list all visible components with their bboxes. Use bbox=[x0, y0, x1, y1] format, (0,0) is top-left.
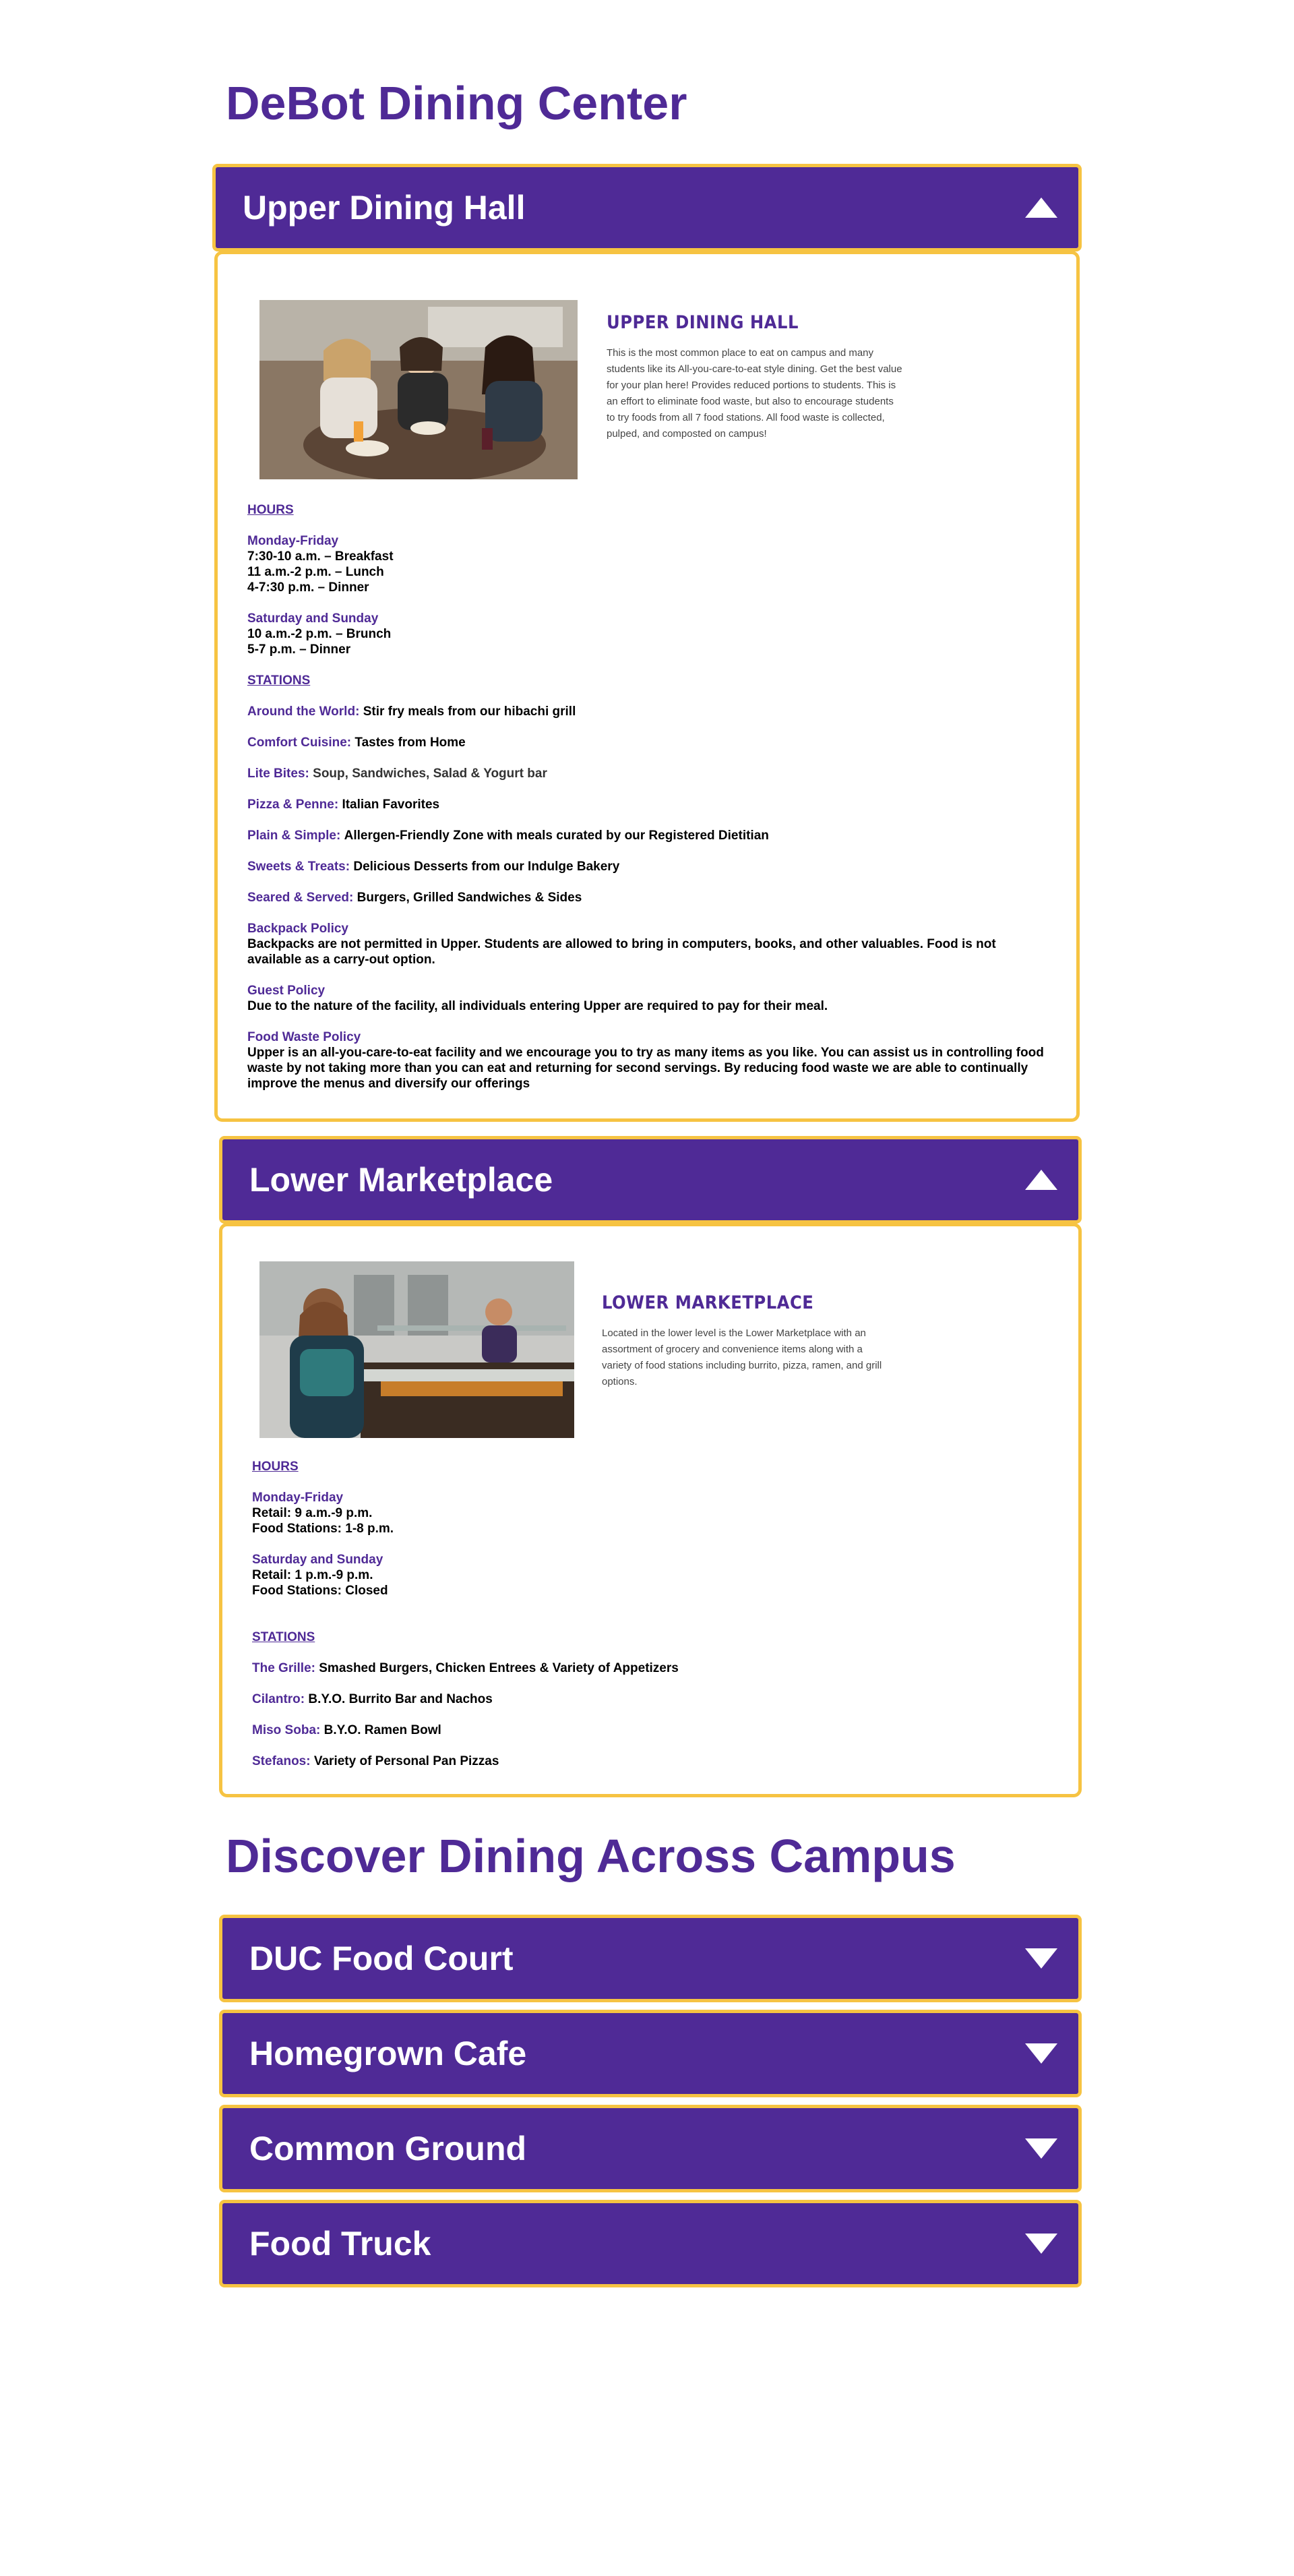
lower-hours-line: Retail: 1 p.m.-9 p.m. bbox=[252, 1568, 373, 1582]
station-desc: Burgers, Grilled Sandwiches & Sides bbox=[357, 891, 582, 905]
backpack-policy-title: Backpack Policy bbox=[247, 922, 348, 936]
station-item: Around the World: Stir fry meals from ou… bbox=[247, 704, 1049, 719]
station-desc: Soup, Sandwiches, Salad & Yogurt bar bbox=[313, 767, 547, 781]
station-item: Pizza & Penne: Italian Favorites bbox=[247, 797, 1049, 812]
station-name: The Grille: bbox=[252, 1661, 315, 1675]
station-item: Plain & Simple: Allergen-Friendly Zone w… bbox=[247, 828, 1049, 843]
lower-hours-line: Retail: 9 a.m.-9 p.m. bbox=[252, 1506, 373, 1520]
photo-food-counter bbox=[259, 1261, 574, 1438]
lower-hours-line: Food Stations: Closed bbox=[252, 1584, 388, 1598]
upper-hours-line: 5-7 p.m. – Dinner bbox=[247, 642, 351, 657]
upper-hours-line: 10 a.m.-2 p.m. – Brunch bbox=[247, 627, 392, 641]
chevron-down-icon[interactable] bbox=[1024, 1946, 1058, 1971]
station-name: Sweets & Treats: bbox=[247, 860, 350, 874]
station-item: Miso Soba: B.Y.O. Ramen Bowl bbox=[252, 1723, 1054, 1738]
upper-card-text: This is the most common place to eat on … bbox=[607, 347, 902, 440]
station-desc: Allergen-Friendly Zone with meals curate… bbox=[344, 829, 769, 843]
lower-hours-heading: HOURS bbox=[252, 1460, 299, 1474]
station-item: The Grille: Smashed Burgers, Chicken Ent… bbox=[252, 1660, 1054, 1676]
accordion-lower-marketplace[interactable]: Lower Marketplace bbox=[219, 1136, 1082, 1224]
guest-policy-text: Due to the nature of the facility, all i… bbox=[247, 999, 828, 1013]
photo-students-dining bbox=[259, 300, 578, 479]
upper-hours-line: 7:30-10 a.m. – Breakfast bbox=[247, 549, 394, 564]
upper-details: HOURS Monday-Friday 7:30-10 a.m. – Break… bbox=[247, 502, 1049, 1107]
accordion-upper-dining-hall[interactable]: Upper Dining Hall bbox=[212, 164, 1082, 251]
upper-stations-heading: STATIONS bbox=[247, 673, 311, 688]
upper-dining-panel: UPPER DINING HALL This is the most commo… bbox=[214, 251, 1080, 1122]
station-item: Seared & Served: Burgers, Grilled Sandwi… bbox=[247, 890, 1049, 905]
accordion-title: Upper Dining Hall bbox=[243, 189, 526, 227]
upper-weekday-label: Monday-Friday bbox=[247, 534, 339, 548]
station-name: Stefanos: bbox=[252, 1754, 311, 1768]
page: DeBot Dining Center Upper Dining Hall UP… bbox=[0, 0, 1294, 2576]
discover-title: Discover Dining Across Campus bbox=[226, 1830, 956, 1882]
station-name: Miso Soba: bbox=[252, 1723, 321, 1737]
station-item: Comfort Cuisine: Tastes from Home bbox=[247, 735, 1049, 750]
lower-marketplace-photo bbox=[259, 1261, 574, 1438]
lower-card-title: LOWER MARKETPLACE bbox=[602, 1292, 814, 1313]
accordion-title: Food Truck bbox=[249, 2225, 431, 2263]
accordion-title: Common Ground bbox=[249, 2130, 527, 2167]
lower-stations-heading: STATIONS bbox=[252, 1630, 315, 1644]
chevron-down-icon[interactable] bbox=[1024, 2041, 1058, 2066]
accordion-title: Homegrown Cafe bbox=[249, 2035, 527, 2072]
backpack-policy-text: Backpacks are not permitted in Upper. St… bbox=[247, 937, 996, 967]
upper-card-title: UPPER DINING HALL bbox=[607, 312, 799, 333]
accordion-food-truck[interactable]: Food Truck bbox=[219, 2200, 1082, 2287]
lower-hours-line: Food Stations: 1-8 p.m. bbox=[252, 1522, 394, 1536]
station-desc: B.Y.O. Burrito Bar and Nachos bbox=[308, 1692, 493, 1706]
chevron-up-icon[interactable] bbox=[1024, 1168, 1058, 1192]
lower-marketplace-panel: LOWER MARKETPLACE Located in the lower l… bbox=[219, 1223, 1082, 1797]
station-item: Sweets & Treats: Delicious Desserts from… bbox=[247, 859, 1049, 874]
accordion-title: DUC Food Court bbox=[249, 1940, 514, 1977]
upper-dining-photo bbox=[259, 300, 578, 479]
station-desc: Italian Favorites bbox=[342, 798, 440, 812]
lower-card-text: Located in the lower level is the Lower … bbox=[602, 1327, 882, 1387]
station-desc: Delicious Desserts from our Indulge Bake… bbox=[353, 860, 620, 874]
upper-weekend-label: Saturday and Sunday bbox=[247, 611, 379, 626]
accordion-duc-food-court[interactable]: DUC Food Court bbox=[219, 1915, 1082, 2002]
station-item: Lite Bites: Soup, Sandwiches, Salad & Yo… bbox=[247, 766, 1049, 781]
station-desc: Stir fry meals from our hibachi grill bbox=[363, 705, 576, 719]
lower-weekend-label: Saturday and Sunday bbox=[252, 1553, 383, 1567]
station-name: Plain & Simple: bbox=[247, 829, 341, 843]
food-waste-policy-title: Food Waste Policy bbox=[247, 1030, 361, 1044]
food-waste-policy-text: Upper is an all-you-care-to-eat facility… bbox=[247, 1046, 1044, 1091]
station-desc: B.Y.O. Ramen Bowl bbox=[324, 1723, 441, 1737]
station-name: Pizza & Penne: bbox=[247, 798, 339, 812]
guest-policy-title: Guest Policy bbox=[247, 984, 326, 998]
station-desc: Variety of Personal Pan Pizzas bbox=[313, 1754, 499, 1768]
chevron-down-icon[interactable] bbox=[1024, 2136, 1058, 2161]
station-name: Lite Bites: bbox=[247, 767, 309, 781]
lower-details: HOURS Monday-Friday Retail: 9 a.m.-9 p.m… bbox=[252, 1459, 1054, 1785]
station-desc: Tastes from Home bbox=[355, 736, 466, 750]
page-title: DeBot Dining Center bbox=[226, 77, 687, 129]
accordion-common-ground[interactable]: Common Ground bbox=[219, 2105, 1082, 2192]
chevron-down-icon[interactable] bbox=[1024, 2231, 1058, 2256]
station-item: Stefanos: Variety of Personal Pan Pizzas bbox=[252, 1754, 1054, 1769]
station-item: Cilantro: B.Y.O. Burrito Bar and Nachos bbox=[252, 1691, 1054, 1707]
station-name: Around the World: bbox=[247, 705, 360, 719]
upper-hours-heading: HOURS bbox=[247, 503, 294, 517]
chevron-up-icon[interactable] bbox=[1024, 196, 1058, 220]
accordion-title: Lower Marketplace bbox=[249, 1161, 553, 1199]
lower-weekday-label: Monday-Friday bbox=[252, 1491, 344, 1505]
station-desc: Smashed Burgers, Chicken Entrees & Varie… bbox=[319, 1661, 679, 1675]
upper-hours-line: 11 a.m.-2 p.m. – Lunch bbox=[247, 565, 384, 579]
station-name: Comfort Cuisine: bbox=[247, 736, 352, 750]
upper-hours-line: 4-7:30 p.m. – Dinner bbox=[247, 580, 369, 595]
station-name: Seared & Served: bbox=[247, 891, 354, 905]
station-name: Cilantro: bbox=[252, 1692, 305, 1706]
accordion-homegrown-cafe[interactable]: Homegrown Cafe bbox=[219, 2010, 1082, 2097]
